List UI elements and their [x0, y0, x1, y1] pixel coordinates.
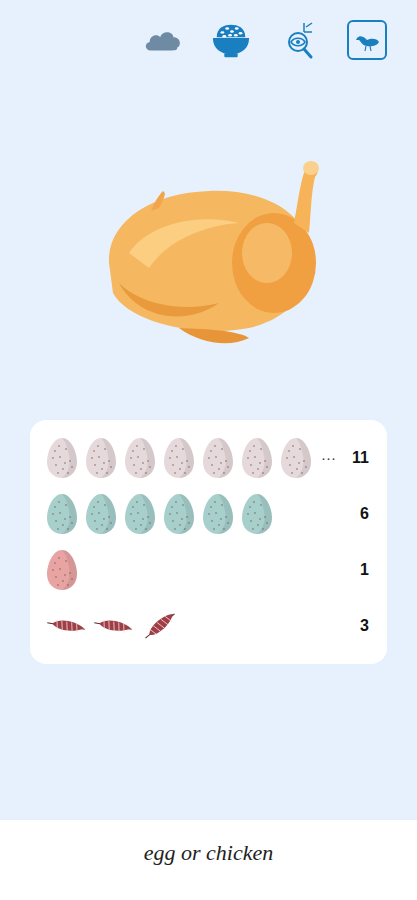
cloud-icon [143, 27, 183, 53]
turkey-icon [353, 28, 381, 52]
egg-icon [46, 493, 78, 535]
nav-button[interactable] [211, 20, 251, 60]
egg-icon [46, 549, 78, 591]
egg-icon [163, 437, 195, 479]
more-indicator: ··· [321, 447, 336, 470]
rice-bowl-icon [211, 21, 251, 59]
inventory-row: 6 [46, 492, 371, 536]
nav-button[interactable] [143, 20, 183, 60]
feather-icon [93, 606, 133, 646]
egg-icon [124, 437, 156, 479]
feather-icon [46, 606, 86, 646]
inventory-row: ···11 [46, 436, 371, 480]
footer-title: egg or chicken [144, 836, 274, 900]
item-count: 6 [335, 502, 371, 526]
egg-icon [241, 437, 273, 479]
inventory-card: ···11 6 1 3 [30, 420, 387, 664]
footer-bar: egg or chicken [0, 820, 417, 900]
inventory-row: 3 [46, 604, 371, 648]
eye-search-icon [284, 20, 314, 60]
egg-icon [85, 437, 117, 479]
nav-button[interactable] [279, 20, 319, 60]
roast-chicken-icon [89, 153, 329, 363]
top-nav [0, 0, 417, 60]
nav-button[interactable] [347, 20, 387, 60]
egg-icon [85, 493, 117, 535]
inventory-row: 1 [46, 548, 371, 592]
egg-icon [202, 493, 234, 535]
item-count: 3 [335, 614, 371, 638]
item-count: 11 [335, 446, 371, 470]
egg-icon [202, 437, 234, 479]
app-screen: ···11 6 1 3 egg or chicken [0, 0, 417, 900]
egg-icon [163, 493, 195, 535]
egg-icon [46, 437, 78, 479]
item-count: 1 [335, 558, 371, 582]
egg-icon [280, 437, 312, 479]
feather-icon [140, 606, 180, 646]
egg-icon [124, 493, 156, 535]
chicken-display [0, 60, 417, 420]
egg-icon [241, 493, 273, 535]
